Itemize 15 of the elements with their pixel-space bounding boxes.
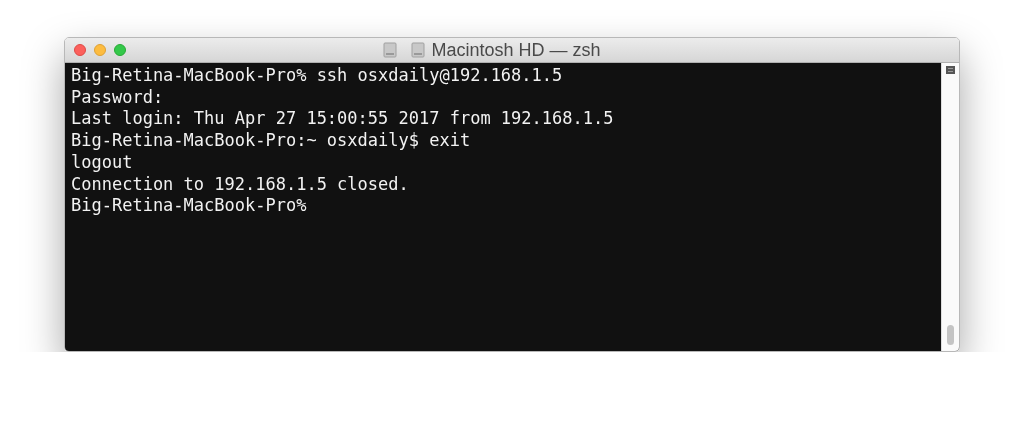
zoom-button[interactable] [114,44,126,56]
minimize-button[interactable] [94,44,106,56]
close-button[interactable] [74,44,86,56]
terminal-line: Last login: Thu Apr 27 15:00:55 2017 from 192.168.1.5 [71,108,614,131]
terminal-line: Connection to 192.168.1.5 closed. [71,173,409,196]
terminal-line: Big-Retina-MacBook-Pro:~ osxdaily$ exit [71,130,471,152]
drive-icon [383,42,398,58]
terminal-line: Big-Retina-MacBook-Pro% ssh osxdaily@192.168.1.5 [71,65,563,87]
split-icon[interactable] [946,66,955,74]
terminal-line: Password: [71,86,164,109]
scroll-thumb[interactable] [947,325,954,345]
terminal-line: logout [71,151,133,174]
drive-icon [411,42,426,58]
window-title: Macintosh HD — zsh [431,39,601,61]
terminal-line: Big-Retina-MacBook-Pro% [71,195,307,217]
